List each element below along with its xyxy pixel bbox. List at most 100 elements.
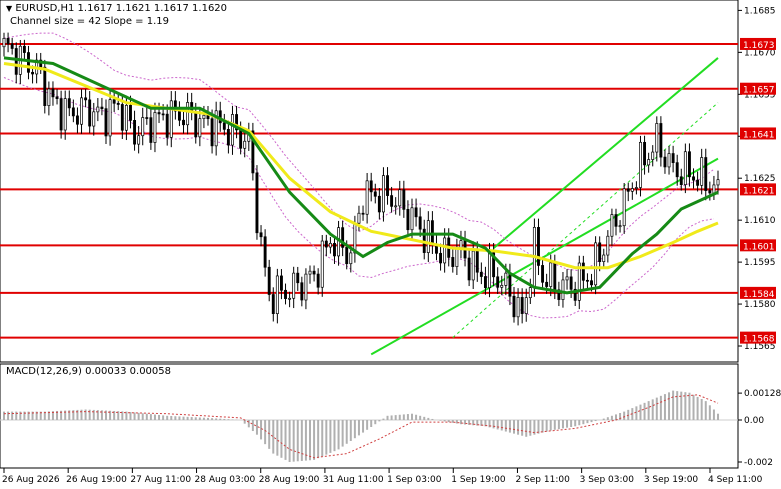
candle-body <box>549 262 553 287</box>
candle-body <box>157 112 161 115</box>
candle-body <box>475 250 479 273</box>
candle-body <box>2 38 6 48</box>
candle-body <box>75 115 79 125</box>
candle-body <box>22 45 26 53</box>
candle-body <box>31 71 35 75</box>
candle-body <box>373 191 377 197</box>
time-tick-label: 3 Sep 03:00 <box>580 475 635 485</box>
candle-body <box>194 112 198 138</box>
candle-body <box>708 190 712 194</box>
candle-body <box>312 270 316 275</box>
candle-body <box>569 276 573 290</box>
candle-body <box>63 98 67 131</box>
level-label: 1.1621 <box>743 186 775 196</box>
candle-body <box>51 88 55 98</box>
candle-body <box>414 207 418 218</box>
candle-body <box>716 179 720 186</box>
level-label: 1.1641 <box>743 130 775 140</box>
candle-body <box>316 273 320 288</box>
macd-tick-label: -0.002 <box>744 458 773 468</box>
candle-body <box>10 43 14 49</box>
candle-body <box>112 99 116 104</box>
level-label: 1.1673 <box>743 41 775 51</box>
dropdown-arrow-icon[interactable]: ▼ <box>6 4 12 13</box>
candle-body <box>377 195 381 213</box>
candle-body <box>541 265 545 283</box>
candle-body <box>594 242 598 286</box>
candle-body <box>386 175 389 196</box>
candle-body <box>349 252 353 265</box>
candle-body <box>67 98 71 109</box>
candle-body <box>292 272 296 299</box>
candle-body <box>133 120 137 145</box>
candle-body <box>255 172 259 234</box>
candle-body <box>198 118 202 138</box>
candle-body <box>263 236 267 268</box>
candle-body <box>108 99 112 137</box>
candle-body <box>243 140 247 149</box>
candle-body <box>271 294 275 314</box>
candle-body <box>231 114 234 146</box>
candle-body <box>284 289 287 299</box>
candle-body <box>545 281 549 287</box>
candle-body <box>96 106 100 113</box>
candle-body <box>622 188 626 227</box>
candle-body <box>80 97 83 125</box>
candle-body <box>353 222 357 254</box>
candle-body <box>626 188 630 192</box>
candle-body <box>124 104 128 131</box>
candle-body <box>606 235 610 256</box>
candle-body <box>210 118 214 147</box>
candle-body <box>141 117 145 137</box>
candle-body <box>398 189 402 207</box>
candle-body <box>585 279 589 282</box>
candle-body <box>516 297 520 318</box>
candle-body <box>598 242 602 263</box>
candle-body <box>104 108 108 137</box>
time-tick-label: 3 Sep 19:00 <box>644 475 699 485</box>
time-tick-label: 26 Aug 19:00 <box>66 475 127 485</box>
candle-body <box>651 151 655 160</box>
time-tick-label: 1 Sep 19:00 <box>451 475 506 485</box>
candle-body <box>365 180 369 215</box>
candle-body <box>320 240 324 288</box>
chart-area: 1.16851.16701.16551.16401.16251.16101.15… <box>0 0 781 485</box>
level-label: 1.1601 <box>743 242 775 252</box>
candle-body <box>508 272 512 297</box>
symbol-ohlc: EURUSD,H1 1.1617 1.1621 1.1617 1.1620 <box>15 3 228 14</box>
candle-body <box>426 220 430 253</box>
candle-body <box>659 123 663 158</box>
candle-body <box>300 282 304 301</box>
candle-body <box>679 176 683 186</box>
candle-body <box>520 297 524 314</box>
candle-body <box>683 151 687 186</box>
candle-body <box>153 112 157 143</box>
candle-body <box>687 151 691 178</box>
candle-body <box>655 123 659 153</box>
candle-body <box>84 97 88 101</box>
candle-body <box>182 119 185 126</box>
candle-body <box>186 102 190 126</box>
candle-body <box>692 176 695 181</box>
time-tick-label: 4 Sep 11:00 <box>708 475 763 485</box>
time-tick-label: 2 Sep 11:00 <box>515 475 570 485</box>
candle-body <box>488 252 491 289</box>
candle-body <box>500 285 504 288</box>
candle-body <box>275 275 279 314</box>
candle-body <box>71 107 75 117</box>
candle-body <box>581 262 585 281</box>
candle-body <box>496 276 500 288</box>
candle-body <box>226 129 230 146</box>
price-pane <box>0 0 739 363</box>
candle-body <box>455 248 459 267</box>
time-tick-label: 26 Aug 2026 <box>2 475 60 485</box>
candle-body <box>528 287 532 299</box>
candle-body <box>671 153 675 164</box>
candle-body <box>288 297 292 300</box>
candle-body <box>634 187 638 189</box>
candle-body <box>643 141 647 166</box>
candle-body <box>618 225 622 228</box>
candle-body <box>92 111 96 127</box>
price-tick-label: 1.1685 <box>744 6 776 16</box>
candle-body <box>639 141 642 188</box>
